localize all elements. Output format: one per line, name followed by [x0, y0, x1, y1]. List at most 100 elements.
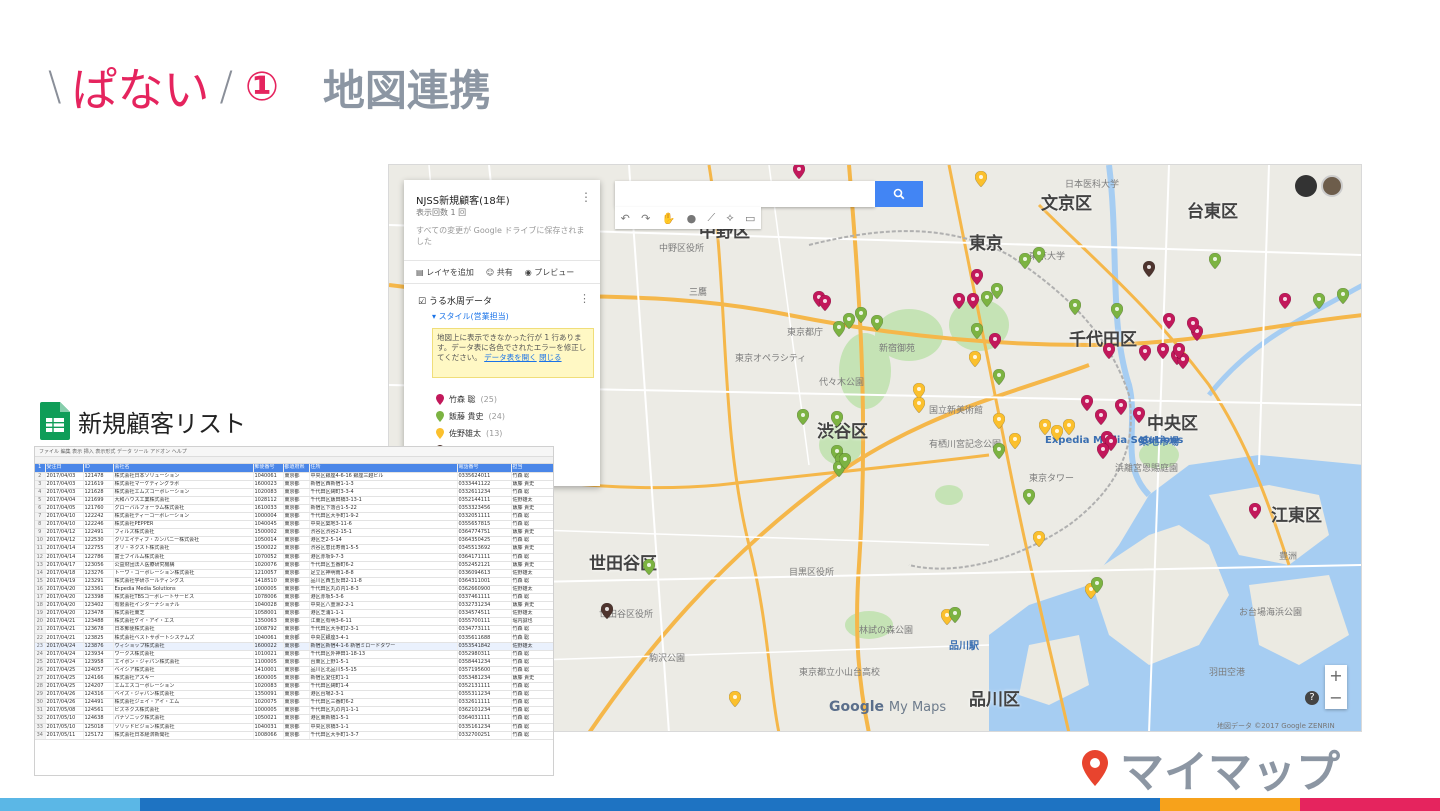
table-cell[interactable]: 株式会社学研ホールディングス — [113, 577, 254, 586]
table-cell[interactable]: 竹森 聡 — [511, 690, 553, 700]
map-marker-icon[interactable] — [1095, 409, 1107, 425]
table-cell[interactable]: 飯藤 貴史 — [511, 544, 553, 554]
table-cell[interactable]: 123398 — [83, 593, 114, 603]
table-cell[interactable]: 1350091 — [253, 690, 284, 700]
map-marker-icon[interactable] — [989, 333, 1001, 349]
table-cell[interactable]: 大和ハウス工業株式会社 — [113, 496, 254, 505]
table-cell[interactable]: 飯藤 貴史 — [511, 480, 553, 489]
table-cell[interactable]: 0335624011 — [457, 472, 512, 481]
table-cell[interactable]: 123488 — [83, 617, 114, 627]
table-cell[interactable]: 2017/04/10 — [45, 512, 84, 522]
table-cell[interactable]: 東京都 — [283, 488, 310, 497]
table-cell[interactable]: 0335611688 — [457, 633, 512, 643]
table-cell[interactable]: 1040045 — [253, 520, 284, 530]
table-cell[interactable]: 0336094613 — [457, 569, 512, 578]
table-row[interactable]: 10 2017/04/12 122530 クリエイティブ・カンパニー株式会社 10500… — [35, 536, 553, 546]
table-cell[interactable]: 0333441122 — [457, 480, 512, 489]
table-row[interactable]: 11 2017/04/14 122755 オリ・ネクスト株式会社 1500022 東京都渋… — [35, 544, 553, 554]
table-cell[interactable]: ID — [83, 464, 114, 473]
sheet-toolbar[interactable]: ファイル 編集 表示 挿入 表示形式 データ ツール アドオン ヘルプ — [35, 447, 553, 457]
table-cell[interactable]: 1008792 — [253, 625, 284, 635]
map-marker-icon[interactable] — [1063, 419, 1075, 435]
table-cell[interactable]: 港区芝浦1-1-1 — [309, 609, 458, 619]
row-number[interactable]: 25 — [35, 658, 46, 667]
table-cell[interactable]: 0355657815 — [457, 520, 512, 530]
table-row[interactable]: 27 2017/04/25 124166 株式会社アスキー 1600005 東京都 新宿区愛… — [35, 674, 553, 684]
map-marker-icon[interactable] — [839, 453, 851, 469]
table-cell[interactable]: 0353481234 — [457, 674, 512, 684]
table-row[interactable]: 29 2017/04/26 124316 ベイズ・ジャパン株式会社 1350091 東京都… — [35, 690, 553, 700]
table-cell[interactable]: 受注日 — [45, 464, 84, 473]
table-cell[interactable]: 122491 — [83, 528, 114, 538]
table-row[interactable]: 18 2017/04/20 123402 有限会社インターナショナル 1040028 東京… — [35, 601, 553, 611]
table-cell[interactable]: 千代田区外神田1-18-13 — [309, 650, 458, 659]
row-number[interactable]: 1 — [35, 464, 46, 473]
table-cell[interactable]: 123402 — [83, 601, 114, 611]
row-number[interactable]: 11 — [35, 544, 46, 554]
table-cell[interactable]: 123825 — [83, 633, 114, 643]
table-cell[interactable]: 1070052 — [253, 553, 284, 562]
table-cell[interactable]: 2017/04/10 — [45, 520, 84, 530]
table-cell[interactable]: 東京都 — [283, 714, 310, 724]
row-number[interactable]: 5 — [35, 496, 46, 505]
table-cell[interactable]: 中央区八重洲2-2-1 — [309, 601, 458, 611]
row-number[interactable]: 14 — [35, 569, 46, 578]
table-cell[interactable]: 港区台場2-3-1 — [309, 690, 458, 700]
table-cell[interactable]: 中央区銀座3-4-1 — [309, 633, 458, 643]
table-cell[interactable]: 千代田区大手町2-3-1 — [309, 625, 458, 635]
table-cell[interactable]: 竹森 聡 — [511, 666, 553, 675]
map-marker-icon[interactable] — [949, 607, 961, 623]
table-row[interactable]: 13 2017/04/17 123056 公益財団法人医療研究機構 1020076 東京都… — [35, 561, 553, 570]
zoom-out-button[interactable]: − — [1325, 687, 1347, 709]
table-cell[interactable]: 千代田区飯田橋3-13-1 — [309, 496, 458, 505]
table-cell[interactable]: 東京都 — [283, 650, 310, 659]
table-cell[interactable]: 125018 — [83, 723, 114, 732]
table-cell[interactable]: 佐野雄太 — [511, 642, 553, 651]
row-number[interactable]: 21 — [35, 625, 46, 635]
table-cell[interactable]: 123478 — [83, 609, 114, 619]
table-cell[interactable]: 2017/04/03 — [45, 480, 84, 489]
table-cell[interactable]: 1500002 — [253, 528, 284, 538]
table-cell[interactable]: ベイシア株式会社 — [113, 666, 254, 675]
row-number[interactable]: 15 — [35, 577, 46, 586]
table-cell[interactable]: 東京都 — [283, 617, 310, 627]
table-cell[interactable]: 2017/04/20 — [45, 601, 84, 611]
table-cell[interactable]: 竹森 聡 — [511, 553, 553, 562]
map-marker-icon[interactable] — [833, 321, 845, 337]
table-cell[interactable]: 港区赤坂9-7-3 — [309, 553, 458, 562]
table-cell[interactable]: 東京都 — [283, 512, 310, 522]
table-cell[interactable]: 124057 — [83, 666, 114, 675]
table-cell[interactable]: 東京都 — [283, 472, 310, 481]
table-cell[interactable]: 2017/04/05 — [45, 504, 84, 514]
table-cell[interactable]: パナソニック株式会社 — [113, 714, 254, 724]
table-cell[interactable]: 港区赤坂5-3-6 — [309, 593, 458, 603]
map-marker-icon[interactable] — [855, 307, 867, 323]
map-marker-icon[interactable] — [797, 409, 809, 425]
table-cell[interactable]: 電話番号 — [457, 464, 512, 473]
table-cell[interactable]: 0334773111 — [457, 625, 512, 635]
map-marker-icon[interactable] — [1033, 531, 1045, 547]
table-cell[interactable]: 2017/04/20 — [45, 609, 84, 619]
table-row[interactable]: 21 2017/04/21 123678 日本郵便株式会社 1008792 東京都 千代田区… — [35, 625, 553, 635]
hand-icon[interactable]: ✋ — [662, 212, 676, 225]
map-marker-icon[interactable] — [1081, 395, 1093, 411]
table-cell[interactable]: 2017/04/19 — [45, 577, 84, 586]
table-cell[interactable]: エムエスコーポレーション — [113, 682, 254, 692]
table-cell[interactable]: 0362660900 — [457, 585, 512, 595]
row-number[interactable]: 6 — [35, 504, 46, 514]
map-marker-icon[interactable] — [1143, 261, 1155, 277]
row-number[interactable]: 16 — [35, 585, 46, 595]
map-marker-icon[interactable] — [1091, 577, 1103, 593]
table-cell[interactable]: 1050014 — [253, 536, 284, 546]
table-cell[interactable]: 東京都 — [283, 561, 310, 570]
table-cell[interactable]: ベイズ・ジャパン株式会社 — [113, 690, 254, 700]
table-cell[interactable]: 1000005 — [253, 706, 284, 716]
map-marker-icon[interactable] — [1173, 343, 1185, 359]
table-cell[interactable]: 竹森 聡 — [511, 714, 553, 724]
table-row[interactable]: 33 2017/05/10 125018 ソリッドビジョン株式会社 1040031 東京都… — [35, 723, 553, 732]
table-row[interactable]: 26 2017/04/25 124057 ベイシア株式会社 1410001 東京都 品川区北… — [35, 666, 553, 675]
table-cell[interactable]: 2017/04/14 — [45, 544, 84, 554]
map-marker-icon[interactable] — [601, 603, 613, 619]
table-cell[interactable]: Expedia Media Solutions — [113, 585, 254, 595]
table-cell[interactable]: 千代田区丸の内1-8-3 — [309, 585, 458, 595]
